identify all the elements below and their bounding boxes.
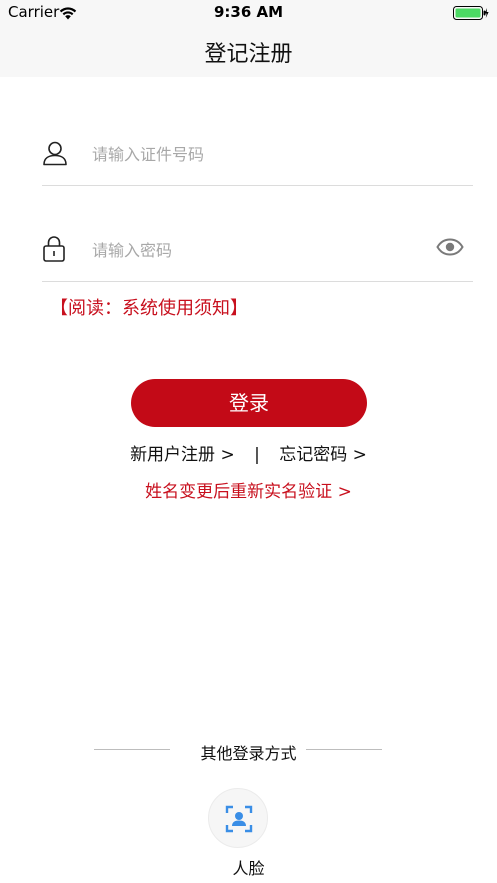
system-notice-link[interactable]: 【阅读：系统使用须知】 [50, 294, 248, 320]
password-input[interactable] [92, 235, 422, 265]
id-number-input[interactable] [92, 139, 422, 169]
rename-verify-link[interactable]: 姓名变更后重新实名验证 > [0, 477, 497, 502]
navigation-bar: 登记注册 [0, 24, 497, 77]
face-login-button[interactable] [208, 788, 268, 848]
status-time: 9:36 AM [213, 3, 284, 21]
password-field-underline [42, 281, 473, 282]
link-separator: | [254, 445, 260, 465]
other-login-title: 其他登录方式 [200, 744, 297, 763]
face-login-label: 人脸 [232, 859, 265, 878]
account-links-row: 新用户注册 > | 忘记密码 > [0, 440, 497, 465]
page-title: 登记注册 [204, 42, 293, 67]
register-link[interactable]: 新用户注册 > [130, 440, 235, 465]
id-field-underline [42, 185, 473, 186]
face-scan-icon [225, 805, 253, 833]
user-icon [42, 140, 68, 170]
forgot-password-link[interactable]: 忘记密码 > [279, 440, 367, 465]
battery-icon [453, 5, 489, 24]
login-button[interactable]: 登录 [131, 379, 367, 427]
right-divider [306, 749, 382, 750]
lock-icon [42, 235, 66, 267]
status-bar: Carrier 9:36 AM [0, 0, 497, 24]
eye-icon[interactable] [436, 238, 464, 260]
